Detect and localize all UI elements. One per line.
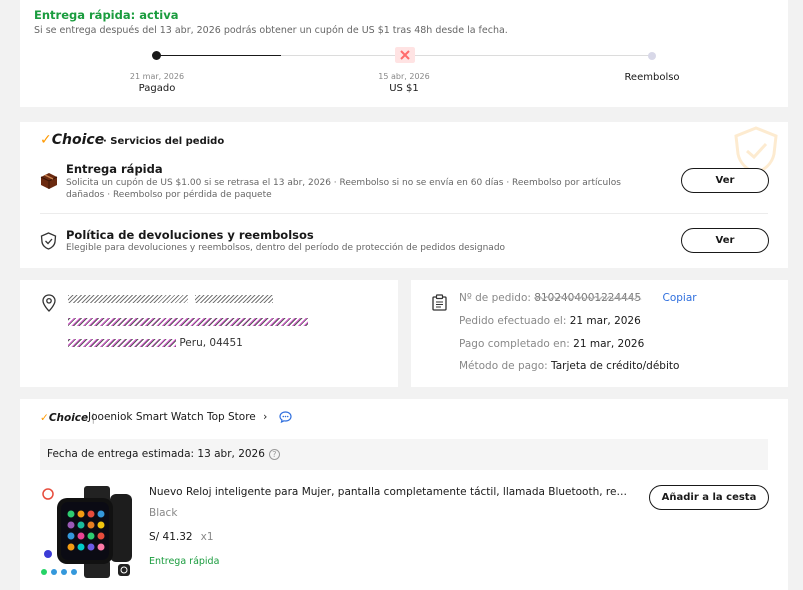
product-title-link[interactable]: Nuevo Reloj inteligente para Mujer, pant…: [149, 486, 629, 498]
returns-policy-desc: Elegible para devoluciones y reembolsos,…: [66, 243, 506, 253]
choice-logo: ✓Choice: [40, 132, 104, 148]
recipient-name-redacted: [68, 293, 273, 305]
street-address-redacted: [68, 316, 308, 328]
smartwatch-product-image[interactable]: [40, 484, 134, 580]
returns-policy-view-button[interactable]: Ver: [681, 228, 769, 253]
store-name-link[interactable]: Jooeniok Smart Watch Top Store ›: [88, 411, 292, 424]
choice-brand-text: Choice: [51, 132, 105, 148]
step-label-coupon: US $1: [389, 83, 419, 94]
step-label-paid: Pagado: [138, 83, 176, 94]
order-placed-value: 21 mar, 2026: [569, 315, 641, 327]
store-order-card: ✓Choice | Jooeniok Smart Watch Top Store…: [20, 399, 788, 590]
payment-method-label: Método de pago:: [459, 360, 548, 372]
estimated-delivery-bar: Fecha de entrega estimada: 13 abr, 2026?: [40, 439, 768, 470]
payment-method-value: Tarjeta de crédito/débito: [551, 360, 680, 372]
payment-completed-row: Pago completado en: 21 mar, 2026: [459, 338, 644, 350]
help-icon[interactable]: ?: [268, 448, 280, 460]
step-date-coupon: 15 abr, 2026: [378, 72, 430, 81]
store-choice-brand-text: Choice: [48, 412, 89, 424]
coupon-icon: [395, 47, 415, 63]
product-fast-delivery-tag: Entrega rápida: [149, 556, 220, 567]
step-dot-refund: [648, 52, 656, 60]
fast-delivery-title: Entrega rápida: [66, 162, 163, 176]
shipping-address-card: Peru, 04451: [20, 280, 398, 387]
fast-delivery-desc: Solicita un cupón de US $1.00 si se retr…: [66, 178, 621, 200]
order-services-card: ✓Choice · Servicios del pedido Entrega r…: [20, 122, 788, 268]
address-city-text: Peru, 04451: [179, 337, 243, 349]
order-number-value: 8102404001224445: [534, 292, 642, 304]
store-choice-check-icon: ✓: [40, 412, 49, 424]
receipt-icon: [432, 294, 447, 311]
estimated-delivery-text: Fecha de entrega estimada: 13 abr, 2026: [47, 448, 265, 460]
package-icon: [40, 173, 58, 189]
product-quantity: x1: [200, 531, 214, 543]
order-number-row: Nº de pedido: 8102404001224445 Copiar: [459, 292, 697, 304]
services-heading: · Servicios del pedido: [103, 136, 225, 147]
step-date-paid: 21 mar, 2026: [129, 72, 185, 81]
order-number-label: Nº de pedido:: [459, 292, 531, 304]
chat-icon[interactable]: [279, 411, 292, 424]
store-name-text: Jooeniok Smart Watch Top Store: [88, 411, 256, 423]
store-choice-logo: ✓Choice |: [40, 412, 96, 424]
product-variant: Black: [149, 507, 178, 519]
payment-completed-label: Pago completado en:: [459, 338, 570, 350]
fast-delivery-note: Si se entrega después del 13 abr, 2026 p…: [34, 25, 508, 36]
estimated-delivery-row: Fecha de entrega estimada: 13 abr, 2026?: [47, 448, 280, 460]
payment-method-row: Método de pago: Tarjeta de crédito/débit…: [459, 360, 679, 372]
add-to-cart-button[interactable]: Añadir a la cesta: [649, 485, 769, 510]
shield-check-icon: [40, 232, 57, 250]
order-info-card: Nº de pedido: 8102404001224445 Copiar Pe…: [411, 280, 788, 387]
progress-line-done: [157, 55, 281, 56]
product-price-row: S/ 41.32 x1: [149, 531, 214, 543]
payment-completed-value: 21 mar, 2026: [573, 338, 645, 350]
progress-line-pending: [281, 55, 651, 56]
fast-delivery-view-button[interactable]: Ver: [681, 168, 769, 193]
address-city-line: Peru, 04451: [68, 337, 243, 349]
location-pin-icon: [42, 294, 56, 312]
copy-order-number-link[interactable]: Copiar: [663, 292, 697, 304]
services-divider: [40, 213, 768, 214]
chevron-right-icon: ›: [263, 411, 268, 423]
fast-delivery-status: Entrega rápida: activa: [34, 8, 179, 22]
step-label-refund: Reembolso: [624, 72, 680, 83]
choice-check-icon: ✓: [40, 132, 52, 148]
returns-policy-title: Política de devoluciones y reembolsos: [66, 228, 314, 242]
step-dot-paid: [152, 51, 161, 60]
product-price: S/ 41.32: [149, 531, 193, 543]
order-placed-row: Pedido efectuado el: 21 mar, 2026: [459, 315, 641, 327]
order-placed-label: Pedido efectuado el:: [459, 315, 567, 327]
delivery-status-card: Entrega rápida: activa Si se entrega des…: [20, 0, 788, 107]
